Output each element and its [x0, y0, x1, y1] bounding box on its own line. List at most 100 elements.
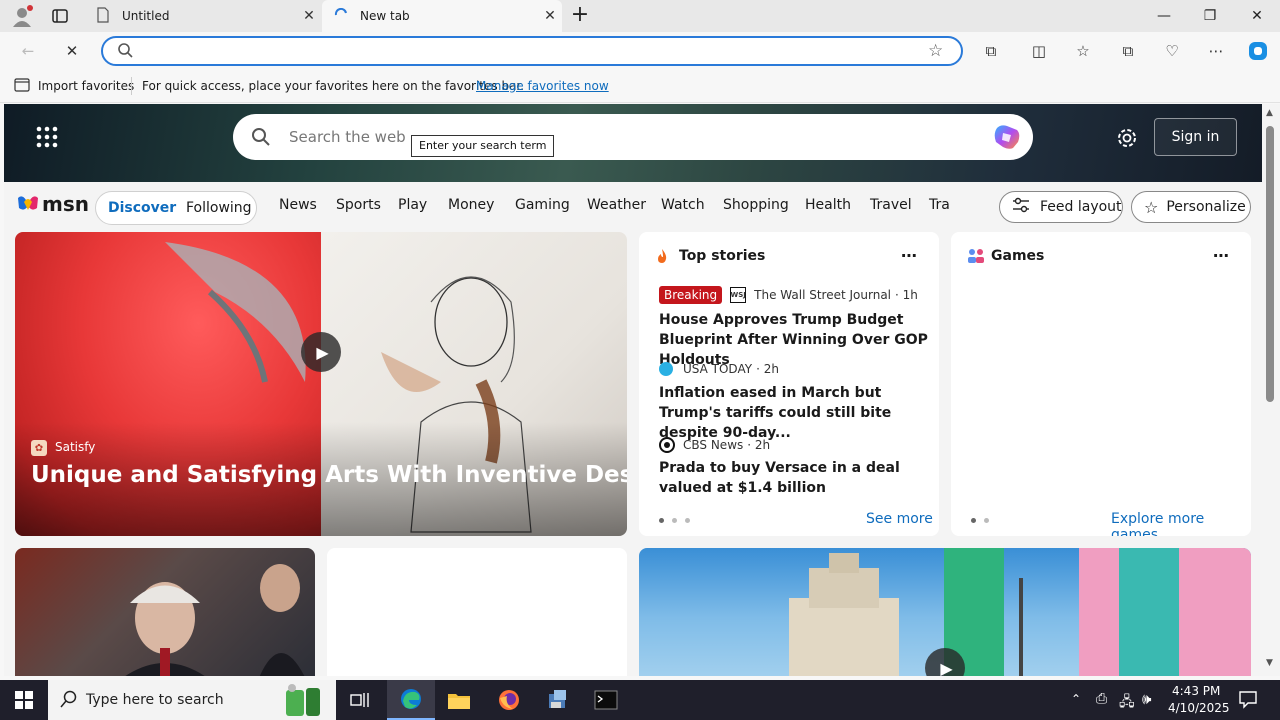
terminal-app-icon[interactable]	[582, 680, 630, 720]
hero-source: Satisfy	[55, 440, 96, 454]
hero-video-card[interactable]: ▶ ✿ Satisfy Unique and Satisfying Arts W…	[15, 232, 627, 536]
msn-search-box[interactable]: Search the web Enter your search term	[233, 114, 1033, 160]
scroll-thumb[interactable]	[1266, 126, 1274, 402]
edge-app-icon[interactable]	[387, 680, 435, 720]
loading-icon	[334, 7, 348, 25]
scroll-up-icon[interactable]: ▲	[1266, 108, 1273, 118]
nav-play[interactable]: Play	[398, 197, 427, 213]
favorites-icon[interactable]: ☆	[1071, 40, 1095, 62]
tab-following[interactable]: Following	[186, 200, 252, 216]
nav-shopping[interactable]: Shopping	[723, 197, 789, 213]
fire-icon	[655, 248, 669, 267]
explore-games-link[interactable]: Explore more games	[1111, 511, 1251, 536]
settings-gear-icon[interactable]	[1116, 127, 1138, 152]
feed-layout-label: Feed layout	[1040, 199, 1122, 215]
cbs-news-icon	[659, 437, 675, 453]
clock-date[interactable]: 4/10/2025	[1168, 701, 1230, 715]
favorites-bar-message: For quick access, place your favorites h…	[142, 79, 525, 93]
story-meta: USA TODAY · 2h	[659, 362, 779, 376]
story-source: CBS News	[683, 438, 744, 452]
more-options-icon[interactable]: ⋯	[901, 246, 917, 265]
play-button[interactable]: ▶	[301, 332, 341, 372]
browser-essentials-icon[interactable]: ♡	[1160, 40, 1184, 62]
nav-weather[interactable]: Weather	[587, 197, 646, 213]
volume-icon[interactable]: 🕪	[1142, 690, 1151, 708]
scroll-down-icon[interactable]: ▼	[1266, 658, 1273, 668]
show-hidden-icons-icon[interactable]: ⌃	[1071, 692, 1081, 706]
sliders-icon	[1012, 197, 1030, 217]
notifications-icon[interactable]	[1238, 689, 1258, 712]
task-view-icon[interactable]	[336, 680, 384, 720]
firefox-icon[interactable]	[485, 680, 533, 720]
file-explorer-icon[interactable]	[435, 680, 483, 720]
carousel-dots[interactable]	[971, 518, 989, 523]
story-title[interactable]: House Approves Trump Budget Blueprint Af…	[659, 310, 929, 370]
close-tab-icon[interactable]: ✕	[538, 8, 562, 24]
network-icon[interactable]: 🖧	[1119, 691, 1135, 715]
page-scrollbar[interactable]: ▲ ▼	[1262, 104, 1280, 676]
import-favorites-button[interactable]: Import favorites	[38, 79, 134, 93]
games-card: Games ⋯ Explore more games	[951, 232, 1251, 536]
import-favorites-icon[interactable]	[14, 78, 30, 95]
news-photo-card[interactable]	[15, 548, 315, 676]
play-icon: ▶	[316, 342, 329, 362]
sign-in-button[interactable]: Sign in	[1154, 118, 1237, 156]
games-icon	[967, 248, 985, 267]
personalize-button[interactable]: ☆ Personalize	[1131, 191, 1251, 223]
story-title[interactable]: Prada to buy Versace in a deal valued at…	[659, 458, 929, 498]
nav-money[interactable]: Money	[448, 197, 494, 213]
nav-health[interactable]: Health	[805, 197, 851, 213]
story-age: · 2h	[747, 438, 771, 452]
tab-new-tab[interactable]: New tab ✕	[322, 0, 562, 32]
new-tab-icon[interactable]: +	[568, 4, 592, 28]
travel-video-card[interactable]: ▶	[639, 548, 1251, 676]
windows-icon	[15, 691, 33, 709]
carousel-dots[interactable]	[659, 518, 690, 523]
see-more-link[interactable]: See more	[866, 511, 933, 527]
msn-search-input[interactable]: Search the web	[289, 128, 406, 146]
apps-grid-icon[interactable]	[36, 126, 58, 148]
tab-untitled[interactable]: Untitled ✕	[84, 0, 321, 32]
minimize-icon[interactable]: —	[1141, 0, 1187, 32]
settings-more-icon[interactable]: ⋯	[1204, 40, 1228, 62]
nav-watch[interactable]: Watch	[661, 197, 705, 213]
copilot-icon[interactable]	[1246, 40, 1270, 62]
nav-traffic[interactable]: Tra	[929, 197, 950, 213]
extensions-icon[interactable]: ⧉	[979, 40, 1003, 62]
favorite-star-icon[interactable]: ☆	[928, 41, 943, 61]
installer-app-icon[interactable]	[534, 680, 582, 720]
nav-gaming[interactable]: Gaming	[515, 197, 570, 213]
msn-butterfly-icon	[18, 196, 38, 210]
taskbar-search-box[interactable]: Type here to search	[48, 680, 336, 720]
clock-time[interactable]: 4:43 PM	[1172, 684, 1220, 698]
manage-favorites-link[interactable]: Manage favorites now	[476, 79, 609, 93]
nav-sports[interactable]: Sports	[336, 197, 381, 213]
golf-bag-icon	[280, 682, 324, 719]
stop-loading-icon[interactable]: ✕	[60, 40, 84, 62]
copilot-icon[interactable]	[991, 122, 1023, 155]
nav-news[interactable]: News	[279, 197, 317, 213]
search-icon	[117, 42, 135, 63]
more-options-icon[interactable]: ⋯	[1213, 246, 1229, 265]
hero-title[interactable]: Unique and Satisfying Arts With Inventiv…	[31, 462, 627, 488]
tab-discover[interactable]: Discover	[108, 200, 176, 216]
back-icon[interactable]: ←	[16, 40, 40, 62]
feed-layout-button[interactable]: Feed layout	[999, 191, 1123, 223]
tab-actions-icon[interactable]	[50, 6, 70, 26]
close-tab-icon[interactable]: ✕	[297, 8, 321, 24]
top-stories-card: Top stories ⋯ Breaking WSJ The Wall Stre…	[639, 232, 939, 536]
profile-icon[interactable]	[10, 4, 34, 28]
meet-now-icon[interactable]: ⎙	[1096, 691, 1107, 707]
favorites-bar: Import favorites For quick access, place…	[0, 70, 1280, 103]
nav-travel[interactable]: Travel	[870, 197, 912, 213]
breaking-badge: Breaking	[659, 286, 723, 304]
story-title[interactable]: Inflation eased in March but Trump's tar…	[659, 383, 929, 443]
msn-logo[interactable]: msn	[16, 192, 89, 216]
start-button[interactable]	[0, 680, 48, 720]
collections-icon[interactable]: ⧉	[1116, 40, 1140, 62]
address-bar[interactable]: ☆	[101, 36, 963, 66]
usa-today-icon	[659, 362, 673, 376]
restore-icon[interactable]: ❐	[1187, 0, 1233, 32]
close-window-icon[interactable]: ✕	[1234, 0, 1280, 32]
split-screen-icon[interactable]: ◫	[1027, 40, 1051, 62]
